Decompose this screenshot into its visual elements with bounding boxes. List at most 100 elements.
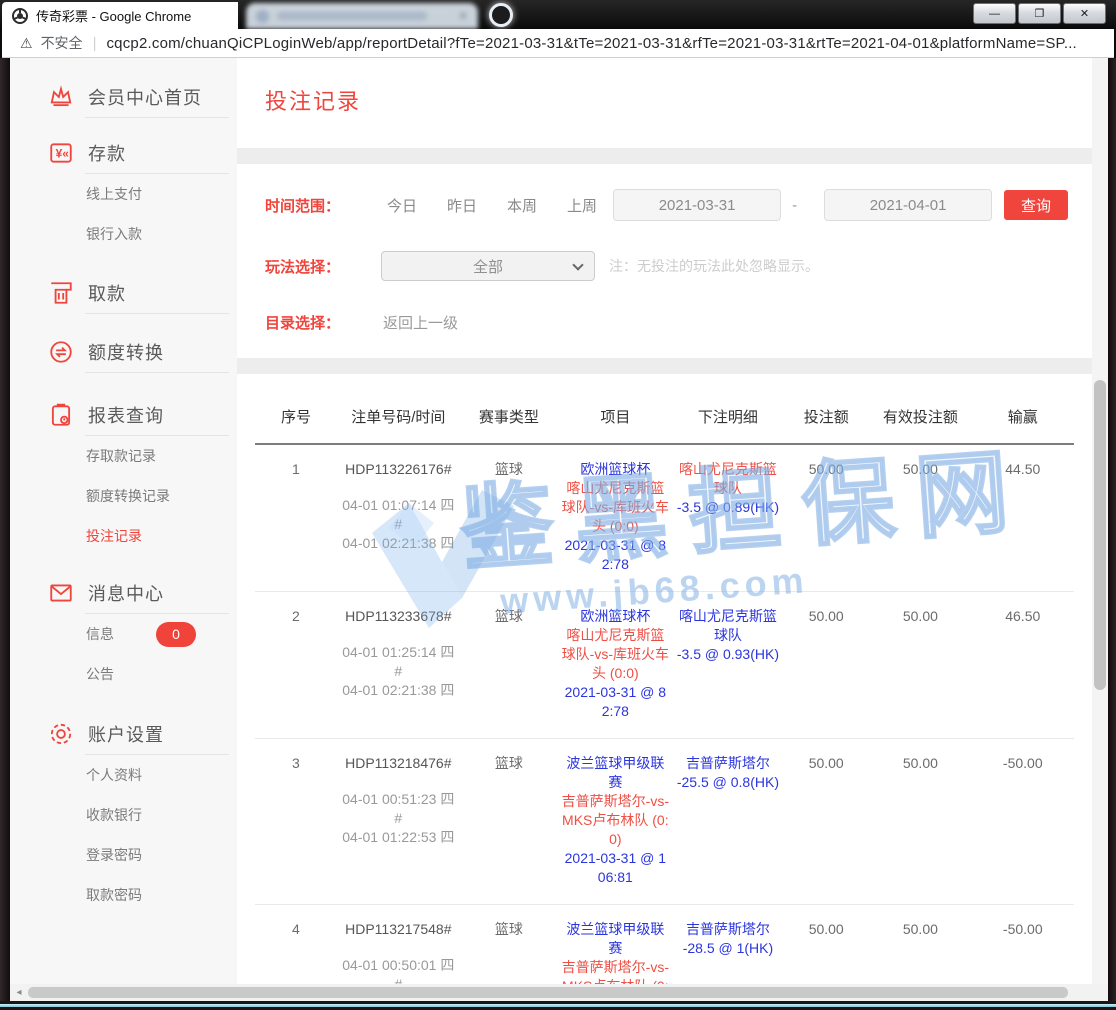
sidebar-item-deposit-withdraw-records[interactable]: 存取款记录 (10, 436, 237, 476)
close-button[interactable]: ✕ (1063, 3, 1106, 24)
cell-stake: 50.00 (783, 607, 869, 721)
bet-pick: 吉普萨斯塔尔 (676, 920, 781, 939)
sidebar-item-report-query[interactable]: 报表查询 (10, 395, 237, 435)
sidebar-item-message-center[interactable]: 消息中心 (10, 573, 237, 613)
cell-valid-stake: 50.00 (869, 460, 971, 574)
play-selected-value: 全部 (473, 256, 503, 277)
scroll-left-arrow-icon[interactable]: ◂ (10, 987, 28, 998)
deposit-icon: ¥« (48, 140, 74, 166)
page-content: 会员中心首页 ¥« 存款 线上支付 银行入款 取款 (10, 58, 1108, 1001)
bet-time-settle: 04-01 02:21:38 四 (337, 534, 460, 553)
vertical-scrollbar[interactable] (1092, 58, 1108, 984)
tab-close-icon[interactable]: ✕ (458, 9, 468, 23)
sidebar-item-bank-deposit[interactable]: 银行入款 (10, 214, 237, 254)
sidebar-item-receiving-bank[interactable]: 收款银行 (10, 795, 237, 835)
divider (85, 313, 229, 314)
cell-stake: 50.00 (783, 460, 869, 574)
blurred-tab[interactable]: ✕ (246, 3, 478, 29)
sidebar-item-online-payment[interactable]: 线上支付 (10, 174, 237, 214)
blurred-tab-favicon-icon (256, 10, 269, 23)
sidebar-item-withdraw[interactable]: 取款 (10, 273, 237, 313)
gear-icon (48, 721, 74, 747)
col-header-valid-stake: 有效投注额 (869, 406, 971, 427)
play-select-dropdown[interactable]: 全部 (381, 251, 595, 281)
table-header-row: 序号 注单号码/时间 赛事类型 项目 下注明细 投注额 有效投注额 输赢 (255, 374, 1074, 445)
cell-valid-stake: 50.00 (869, 607, 971, 721)
sidebar-sub-label: 额度转换记录 (86, 486, 170, 506)
sidebar-item-login-password[interactable]: 登录密码 (10, 835, 237, 875)
date-from-input[interactable]: 2021-03-31 (613, 189, 781, 221)
sidebar-item-withdraw-password[interactable]: 取款密码 (10, 875, 237, 915)
cell-bet-detail: 喀山尤尼克斯篮球队 -3.5 @ 0.93(HK) (673, 607, 784, 721)
cell-sport: 篮球 (460, 607, 558, 721)
cell-bet-detail: 喀山尤尼克斯篮球队 -3.5 @ 0.89(HK) (673, 460, 784, 574)
sidebar-item-personal-info[interactable]: 个人资料 (10, 755, 237, 795)
cell-bet-id-time: HDP113218476# 04-01 00:51:23 四 # 04-01 0… (337, 754, 460, 887)
glowing-favicon-icon (489, 3, 513, 27)
league-name: 欧洲篮球杯 (561, 460, 670, 479)
match-result: 2021-03-31 @ 82:78 (561, 536, 670, 574)
bet-odds: -25.5 @ 0.8(HK) (676, 773, 781, 792)
sidebar-item-betting-records[interactable]: 投注记录 (10, 516, 237, 556)
sidebar-sub-label: 取款密码 (86, 885, 142, 905)
title-card: 投注记录 (237, 58, 1092, 148)
sidebar-sub-label: 信息 (86, 624, 114, 644)
address-bar[interactable]: ⚠ 不安全 | cqcp2.com/chuanQiCPLoginWeb/app/… (2, 29, 1114, 58)
sidebar-item-member-home[interactable]: 会员中心首页 (10, 77, 237, 117)
quick-range-last-week[interactable]: 上周 (567, 195, 597, 216)
sidebar-item-label: 消息中心 (88, 580, 164, 606)
horizontal-scrollbar[interactable]: ◂ (10, 984, 1108, 1001)
address-separator: | (93, 35, 97, 52)
sidebar-item-account-settings[interactable]: 账户设置 (10, 714, 237, 754)
sidebar-item-quota-transfer-records[interactable]: 额度转换记录 (10, 476, 237, 516)
col-header-bet-detail: 下注明细 (673, 406, 784, 427)
bet-time-separator: # (337, 809, 460, 828)
sidebar-item-announcements[interactable]: 公告 (10, 654, 237, 694)
withdraw-icon (48, 280, 74, 306)
quick-range-today[interactable]: 今日 (387, 195, 417, 216)
active-tab[interactable]: 传奇彩票 - Google Chrome (2, 2, 238, 29)
bet-records-table: 序号 注单号码/时间 赛事类型 项目 下注明细 投注额 有效投注额 输赢 1 H… (237, 374, 1092, 1001)
maximize-button[interactable]: ❐ (1018, 3, 1061, 24)
bet-id: HDP113226176# (337, 460, 460, 479)
bet-odds: -28.5 @ 1(HK) (676, 939, 781, 958)
sidebar-sub-label: 投注记录 (86, 526, 142, 546)
not-secure-warning-icon: ⚠ (20, 35, 33, 52)
page-title: 投注记录 (265, 84, 361, 116)
sidebar-item-label: 存款 (88, 140, 126, 166)
date-to-input[interactable]: 2021-04-01 (824, 189, 992, 221)
sidebar-item-label: 取款 (88, 280, 126, 306)
vertical-scrollbar-thumb[interactable] (1094, 380, 1106, 690)
sidebar-item-deposit[interactable]: ¥« 存款 (10, 133, 237, 173)
col-header-win-loss: 输赢 (972, 406, 1074, 427)
bet-pick: 吉普萨斯塔尔 (676, 754, 781, 773)
bet-id: HDP113218476# (337, 754, 460, 773)
col-header-stake: 投注额 (783, 406, 869, 427)
not-secure-label[interactable]: 不安全 (41, 33, 83, 53)
bet-time-settle: 04-01 02:21:38 四 (337, 681, 460, 700)
window-title: 传奇彩票 - Google Chrome (36, 6, 191, 25)
svg-text:¥«: ¥« (56, 146, 70, 160)
sidebar-sub-label: 收款银行 (86, 805, 142, 825)
cell-sport: 篮球 (460, 460, 558, 574)
sidebar-item-quota-transfer[interactable]: 额度转换 (10, 332, 237, 372)
url-text[interactable]: cqcp2.com/chuanQiCPLoginWeb/app/reportDe… (106, 35, 1076, 52)
horizontal-scrollbar-thumb[interactable] (28, 987, 1068, 998)
quick-range-this-week[interactable]: 本周 (507, 195, 537, 216)
sidebar-sub-label: 银行入款 (86, 224, 142, 244)
minimize-button[interactable]: — (973, 3, 1016, 24)
bet-time-settle: 04-01 01:22:53 四 (337, 828, 460, 847)
divider (85, 372, 229, 373)
bet-odds: -3.5 @ 0.93(HK) (676, 645, 781, 664)
league-name: 波兰篮球甲级联赛 (561, 754, 670, 792)
col-header-sport: 赛事类型 (460, 406, 558, 427)
query-button[interactable]: 查询 (1004, 190, 1068, 220)
sidebar-sub-label: 存取款记录 (86, 446, 156, 466)
back-to-parent-link[interactable]: 返回上一级 (383, 312, 458, 333)
quick-range-yesterday[interactable]: 昨日 (447, 195, 477, 216)
league-name: 欧洲篮球杯 (561, 607, 670, 626)
bet-id: HDP113233678# (337, 607, 460, 626)
sidebar-item-messages[interactable]: 信息 0 (10, 614, 237, 654)
bet-time-start: 04-01 00:51:23 四 (337, 790, 460, 809)
window-border-right (1108, 58, 1116, 1002)
